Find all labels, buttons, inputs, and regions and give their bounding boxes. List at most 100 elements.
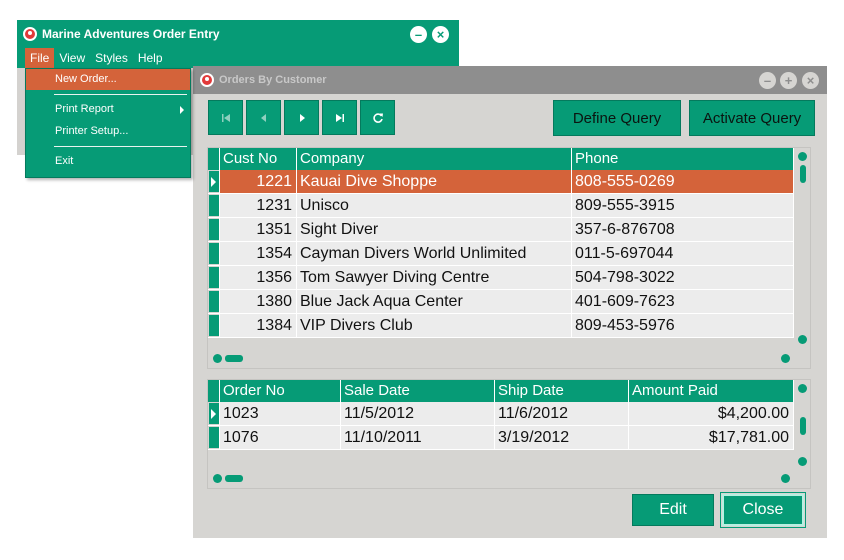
hscroll-thumb[interactable] <box>225 355 243 362</box>
close-icon[interactable]: × <box>432 26 449 43</box>
col-phone[interactable]: Phone <box>572 148 794 170</box>
prior-record-icon <box>260 113 266 122</box>
cell-phone[interactable]: 809-555-3915 <box>572 194 794 218</box>
cell-company[interactable]: VIP Divers Club <box>297 314 572 338</box>
maximize-icon[interactable]: + <box>780 72 797 89</box>
row-indicator <box>208 426 220 450</box>
cell-phone[interactable]: 504-798-3022 <box>572 266 794 290</box>
menu-print-report[interactable]: Print Report <box>26 99 190 120</box>
current-row-icon <box>211 409 216 419</box>
cell-phone[interactable]: 357-6-876708 <box>572 218 794 242</box>
next-record-button[interactable] <box>284 100 319 135</box>
col-company[interactable]: Company <box>297 148 572 170</box>
first-record-button[interactable] <box>208 100 243 135</box>
row-indicator <box>208 218 220 242</box>
cell-cust-no[interactable]: 1380 <box>220 290 297 314</box>
edit-button[interactable]: Edit <box>632 494 714 526</box>
menu-new-order[interactable]: New Order... <box>26 69 190 90</box>
scroll-up-icon[interactable] <box>798 152 807 161</box>
table-row[interactable]: 1076 11/10/2011 3/19/2012 $17,781.00 <box>208 426 794 450</box>
main-window-title: Marine Adventures Order Entry <box>42 27 220 41</box>
cell-company[interactable]: Cayman Divers World Unlimited <box>297 242 572 266</box>
minimize-icon[interactable]: – <box>410 26 427 43</box>
scroll-down-icon[interactable] <box>798 457 807 466</box>
app-icon <box>23 27 37 41</box>
hscroll-thumb[interactable] <box>225 475 243 482</box>
row-indicator <box>208 194 220 218</box>
child-window-title: Orders By Customer <box>219 74 327 86</box>
menu-printer-setup[interactable]: Printer Setup... <box>26 121 190 142</box>
scroll-down-icon[interactable] <box>798 335 807 344</box>
scroll-thumb[interactable] <box>800 417 806 435</box>
scroll-right-icon[interactable] <box>781 354 790 363</box>
row-indicator <box>208 402 220 426</box>
cell-company[interactable]: Sight Diver <box>297 218 572 242</box>
table-row[interactable]: 1351 Sight Diver 357-6-876708 <box>208 218 794 242</box>
scroll-right-icon[interactable] <box>781 474 790 483</box>
scroll-up-icon[interactable] <box>798 384 807 393</box>
cell-company[interactable]: Kauai Dive Shoppe <box>297 170 572 194</box>
cell-company[interactable]: Blue Jack Aqua Center <box>297 290 572 314</box>
col-amount-paid[interactable]: Amount Paid <box>629 380 794 402</box>
cell-sale-date[interactable]: 11/10/2011 <box>341 426 495 450</box>
prior-record-button[interactable] <box>246 100 281 135</box>
cell-cust-no[interactable]: 1356 <box>220 266 297 290</box>
cell-phone[interactable]: 011-5-697044 <box>572 242 794 266</box>
scroll-left-icon[interactable] <box>213 354 222 363</box>
scroll-thumb[interactable] <box>800 165 806 183</box>
cell-cust-no[interactable]: 1221 <box>220 170 297 194</box>
cell-cust-no[interactable]: 1384 <box>220 314 297 338</box>
orders-by-customer-window: Orders By Customer – + × Define Query Ac… <box>193 66 827 538</box>
child-titlebar: Orders By Customer – + × <box>193 66 827 94</box>
menu-exit[interactable]: Exit <box>26 151 190 172</box>
define-query-button[interactable]: Define Query <box>553 100 681 136</box>
app-icon <box>200 73 214 87</box>
cell-phone[interactable]: 401-609-7623 <box>572 290 794 314</box>
menu-view[interactable]: View <box>54 48 90 68</box>
cell-company[interactable]: Tom Sawyer Diving Centre <box>297 266 572 290</box>
table-row[interactable]: 1023 11/5/2012 11/6/2012 $4,200.00 <box>208 402 794 426</box>
activate-query-button[interactable]: Activate Query <box>689 100 815 136</box>
row-indicator <box>208 242 220 266</box>
row-indicator <box>208 170 220 194</box>
cell-cust-no[interactable]: 1354 <box>220 242 297 266</box>
cell-cust-no[interactable]: 1231 <box>220 194 297 218</box>
row-indicator <box>208 266 220 290</box>
col-ship-date[interactable]: Ship Date <box>495 380 629 402</box>
cell-ship-date[interactable]: 3/19/2012 <box>495 426 629 450</box>
cell-amount-paid[interactable]: $17,781.00 <box>629 426 794 450</box>
last-record-button[interactable] <box>322 100 357 135</box>
table-row[interactable]: 1354 Cayman Divers World Unlimited 011-5-6… <box>208 242 794 266</box>
cell-order-no[interactable]: 1023 <box>220 402 341 426</box>
close-icon[interactable]: × <box>802 72 819 89</box>
cell-sale-date[interactable]: 11/5/2012 <box>341 402 495 426</box>
cell-ship-date[interactable]: 11/6/2012 <box>495 402 629 426</box>
refresh-icon <box>372 112 383 123</box>
menu-styles[interactable]: Styles <box>90 48 133 68</box>
table-row[interactable]: 1384 VIP Divers Club 809-453-5976 <box>208 314 794 338</box>
cell-company[interactable]: Unisco <box>297 194 572 218</box>
col-order-no[interactable]: Order No <box>220 380 341 402</box>
orders-vscroll[interactable] <box>795 380 811 470</box>
scroll-left-icon[interactable] <box>213 474 222 483</box>
menu-file[interactable]: File <box>25 48 55 68</box>
cell-phone[interactable]: 809-453-5976 <box>572 314 794 338</box>
refresh-button[interactable] <box>360 100 395 135</box>
cell-order-no[interactable]: 1076 <box>220 426 341 450</box>
row-indicator <box>208 290 220 314</box>
col-sale-date[interactable]: Sale Date <box>341 380 495 402</box>
close-button[interactable]: Close <box>720 492 806 528</box>
menu-help[interactable]: Help <box>133 48 168 68</box>
current-row-icon <box>211 177 216 187</box>
cell-cust-no[interactable]: 1351 <box>220 218 297 242</box>
customers-vscroll[interactable] <box>795 148 811 348</box>
col-cust-no[interactable]: Cust No <box>220 148 297 170</box>
table-row[interactable]: 1231 Unisco 809-555-3915 <box>208 194 794 218</box>
cell-phone[interactable]: 808-555-0269 <box>572 170 794 194</box>
table-row[interactable]: 1356 Tom Sawyer Diving Centre 504-798-3022 <box>208 266 794 290</box>
cell-amount-paid[interactable]: $4,200.00 <box>629 402 794 426</box>
main-titlebar: Marine Adventures Order Entry – × <box>17 20 459 48</box>
minimize-icon[interactable]: – <box>759 72 776 89</box>
table-row[interactable]: 1221 Kauai Dive Shoppe 808-555-0269 <box>208 170 794 194</box>
table-row[interactable]: 1380 Blue Jack Aqua Center 401-609-7623 <box>208 290 794 314</box>
